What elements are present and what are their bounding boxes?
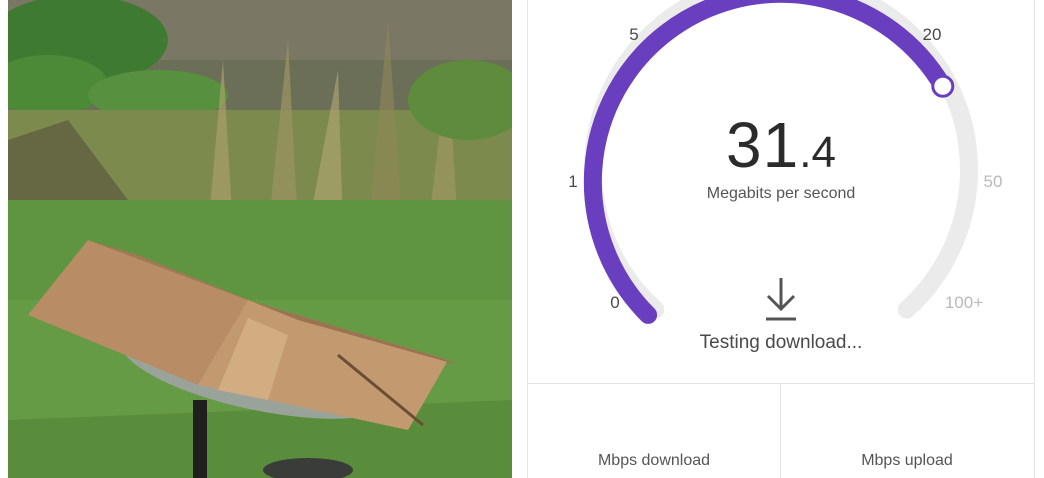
scale-label-1: 1: [568, 172, 578, 191]
results-column-divider: [780, 384, 781, 478]
gauge-indicator-knob: [931, 74, 955, 98]
results-divider: [528, 383, 1034, 384]
speed-value: 31.4: [726, 108, 836, 182]
speed-value-integer: 31: [726, 109, 800, 181]
speed-test-panel: 0 1 5 20 50 100+ 31.4 Megabits per secon…: [527, 0, 1035, 478]
speed-unit: Megabits per second: [706, 185, 856, 202]
scale-label-100-plus: 100+: [944, 293, 984, 312]
photo-cardboard-dish: [8, 0, 512, 478]
scale-label-50: 50: [983, 172, 1003, 191]
test-status: Testing download...: [699, 332, 863, 353]
scale-label-0: 0: [610, 293, 620, 312]
scale-label-20: 20: [922, 25, 942, 44]
scale-label-5: 5: [629, 25, 639, 44]
screen: 0 1 5 20 50 100+ 31.4 Megabits per secon…: [0, 0, 1044, 478]
speed-value-decimal: .4: [799, 128, 836, 177]
download-result-label: Mbps download: [597, 452, 711, 469]
upload-result-label: Mbps upload: [861, 452, 953, 469]
download-arrow-icon: [766, 278, 796, 321]
